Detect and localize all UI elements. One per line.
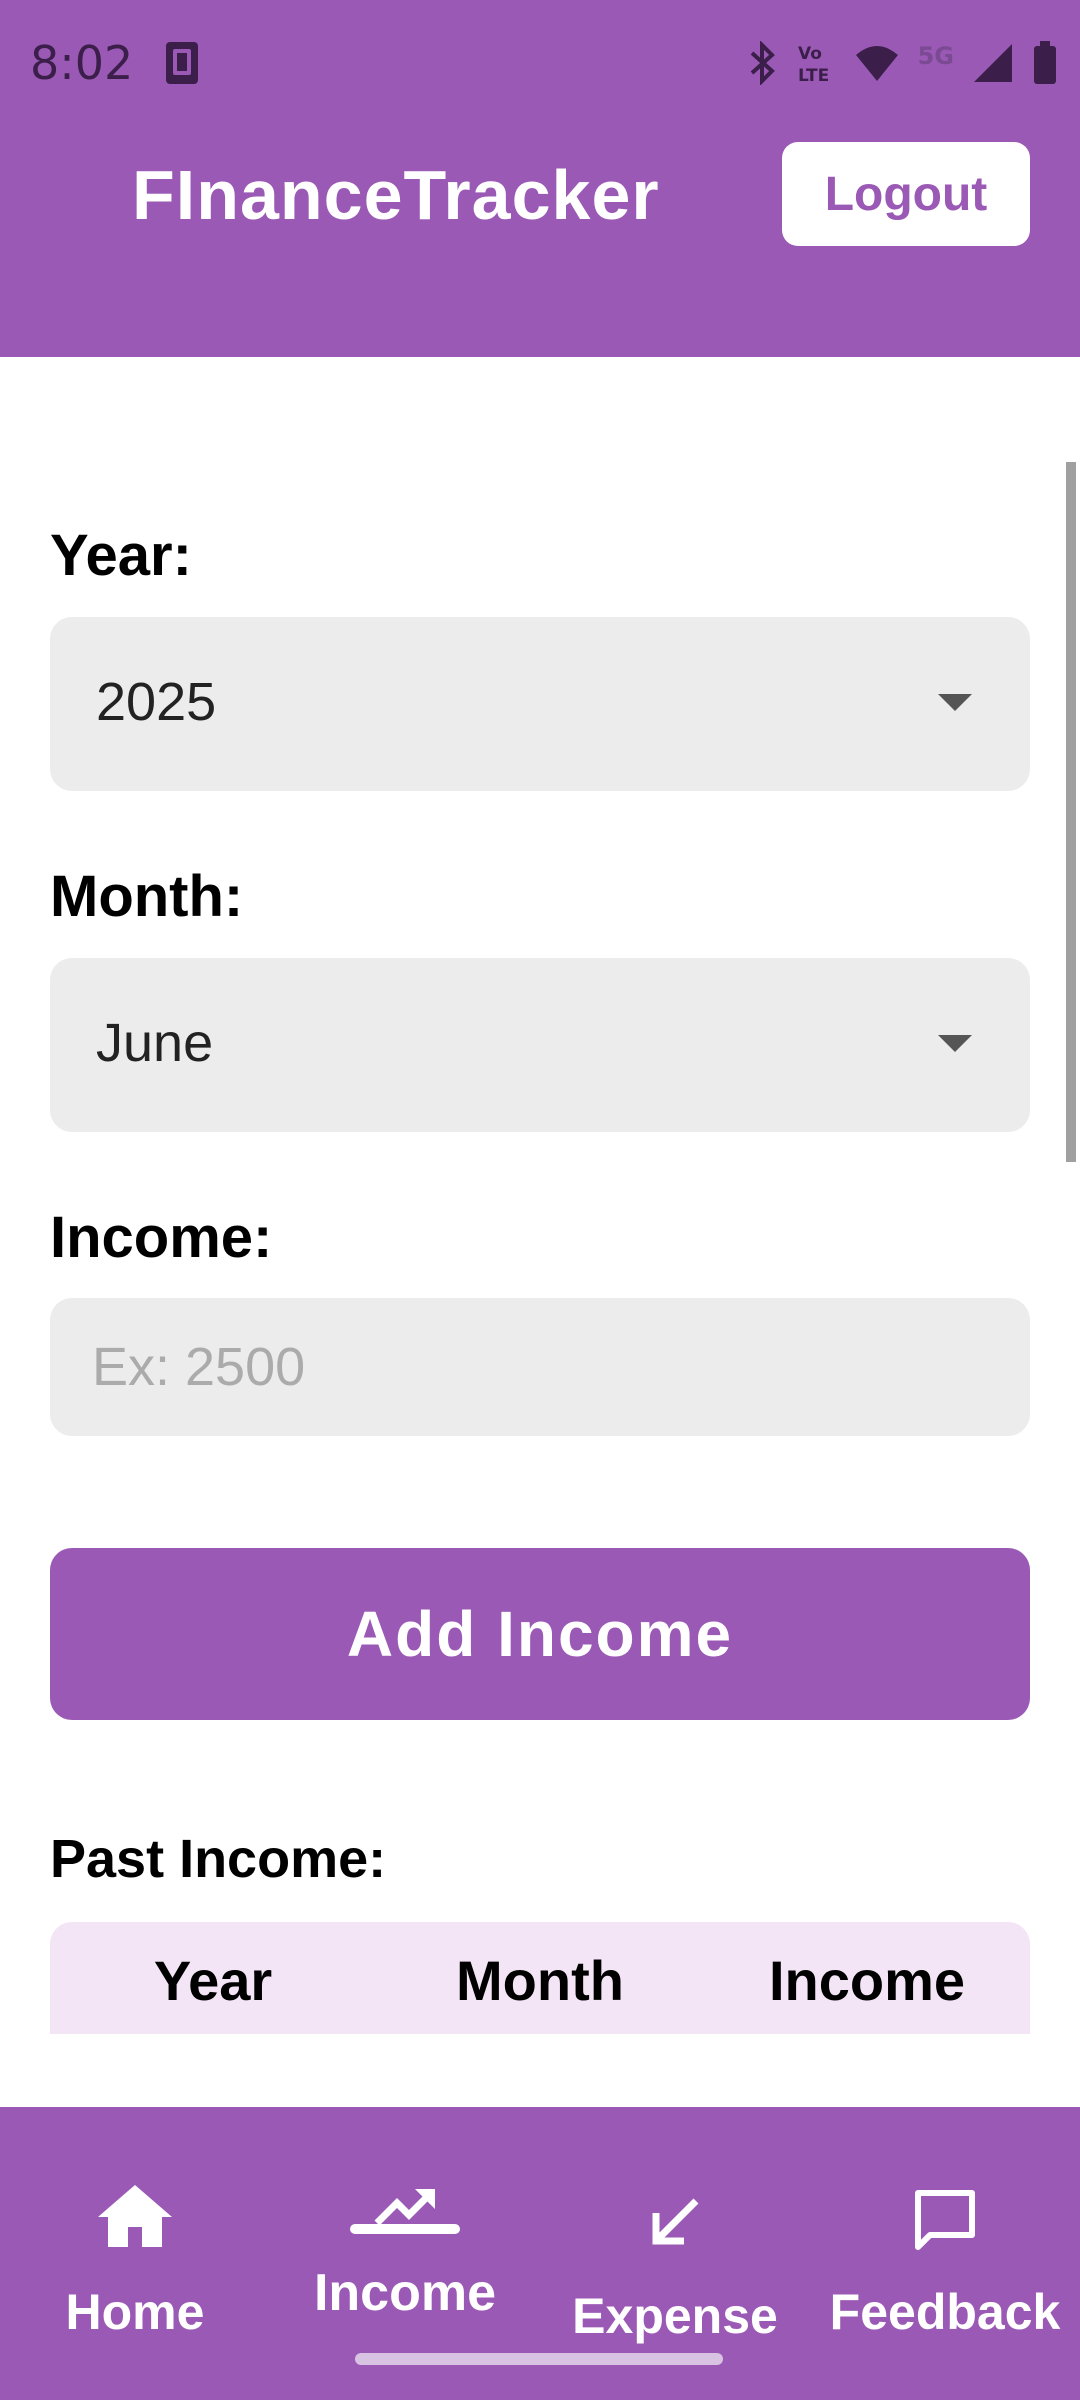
nav-label-feedback: Feedback	[829, 2284, 1061, 2340]
scrollbar[interactable]	[1066, 462, 1076, 1162]
caret-down-icon	[938, 694, 972, 711]
bluetooth-icon	[748, 41, 778, 85]
nav-label-expense: Expense	[572, 2288, 778, 2344]
sim-card-icon	[160, 40, 204, 91]
app-bar: 8:02 Vo LTE 5G FInanceTracker Logout	[0, 0, 1080, 357]
column-header-year: Year	[153, 1949, 273, 2012]
status-bar: 8:02 Vo LTE 5G	[0, 0, 1080, 125]
month-value: June	[96, 1013, 214, 1073]
arrow-down-left-icon	[648, 2195, 702, 2254]
active-tab-indicator	[350, 2224, 460, 2234]
svg-text:LTE: LTE	[798, 66, 829, 85]
column-header-income: Income	[768, 1949, 966, 2012]
year-label: Year:	[50, 523, 192, 588]
income-label: Income:	[50, 1205, 273, 1270]
year-value: 2025	[96, 672, 217, 732]
caret-down-icon	[938, 1035, 972, 1052]
signal-icon	[972, 42, 1014, 84]
battery-icon	[1032, 41, 1058, 85]
volte-icon: Vo LTE	[796, 41, 836, 85]
nav-label-income: Income	[313, 2264, 497, 2322]
status-time: 8:02	[30, 36, 134, 90]
nav-label-home: Home	[65, 2284, 205, 2340]
wifi-icon	[854, 43, 900, 83]
table-header: Year Month Income	[50, 1922, 1030, 2034]
add-income-button[interactable]: Add Income	[50, 1548, 1030, 1720]
nav-item-feedback[interactable]: Feedback	[810, 2107, 1080, 2400]
column-header-month: Month	[456, 1949, 624, 2012]
logout-button[interactable]: Logout	[782, 142, 1030, 246]
svg-text:Vo: Vo	[798, 44, 822, 64]
month-label: Month:	[50, 864, 244, 929]
app-title: FInanceTracker	[132, 156, 660, 234]
gesture-bar[interactable]	[355, 2353, 723, 2365]
network-type: 5G	[917, 42, 954, 70]
past-income-title: Past Income:	[50, 1829, 387, 1889]
month-dropdown[interactable]: June	[50, 958, 1030, 1132]
year-dropdown[interactable]: 2025	[50, 617, 1030, 791]
home-icon	[96, 2183, 174, 2254]
nav-item-home[interactable]: Home	[0, 2107, 270, 2400]
income-input[interactable]	[50, 1298, 1030, 1436]
chat-bubble-icon	[912, 2187, 978, 2258]
